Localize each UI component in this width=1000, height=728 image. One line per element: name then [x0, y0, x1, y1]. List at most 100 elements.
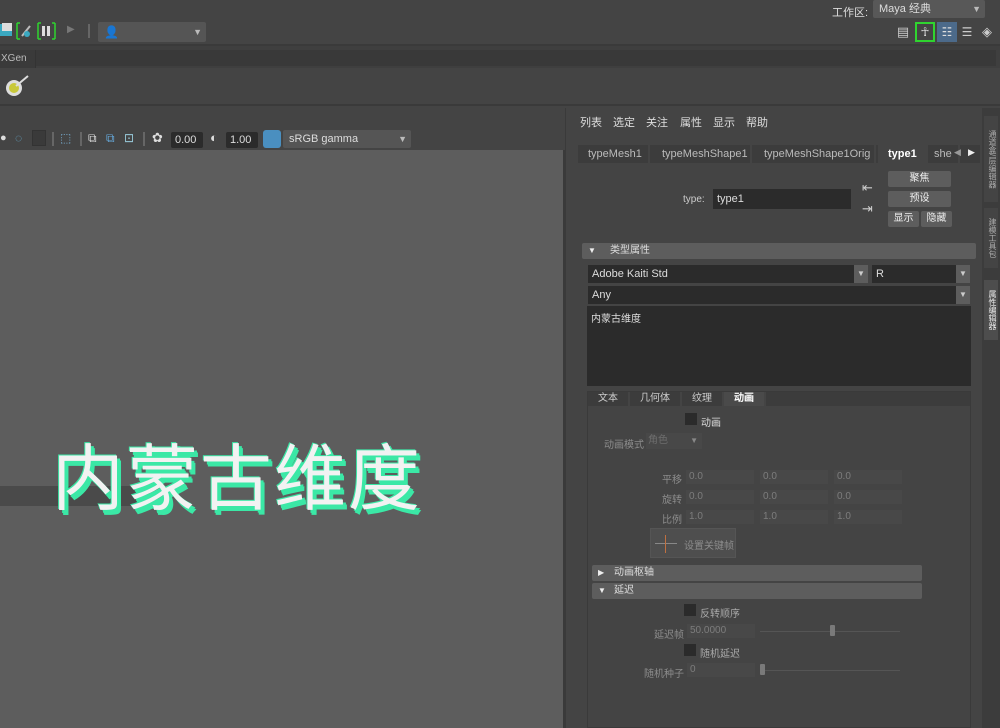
menu-selected[interactable]: 选定	[613, 114, 635, 130]
rotate-x-field[interactable]: 0.0	[686, 490, 754, 504]
collapse-icon: ▼	[598, 586, 606, 595]
presets-button[interactable]: 预设	[888, 191, 951, 207]
animation-pivot-header[interactable]: ▶ 动画枢轴	[592, 565, 922, 581]
rail-tab-modeling-toolkit[interactable]: 建模工具包	[984, 208, 998, 268]
tab-type1[interactable]: type1	[878, 145, 928, 163]
scale-x-field[interactable]: 1.0	[686, 510, 754, 524]
exposure-icon[interactable]: ✿	[152, 130, 163, 146]
shelf-tab-strip	[36, 50, 996, 66]
shelf	[0, 68, 1000, 106]
sub-tab-texture[interactable]: 纹理	[682, 392, 724, 406]
sub-tab-geometry[interactable]: 几何体	[630, 392, 682, 406]
user-dropdown[interactable]: 👤 ▼	[98, 22, 206, 42]
status-line: ▶ 👤 ▼ 工作区: Maya 经典 ▼ ▤ ☥ ☷ ☰ ◈	[0, 0, 1000, 44]
rotate-z-field[interactable]: 0.0	[834, 490, 902, 504]
user-icon: 👤	[104, 25, 119, 39]
menu-list[interactable]: 列表	[580, 114, 602, 130]
sub-tab-text[interactable]: 文本	[588, 392, 630, 406]
translate-y-field[interactable]: 0.0	[760, 470, 828, 484]
wireframe-toggle-icon[interactable]	[32, 130, 46, 146]
font-dropdown-arrow-icon[interactable]: ▼	[854, 265, 868, 283]
tab-scroll-right-icon[interactable]: ▶	[968, 147, 975, 158]
scale-z-field[interactable]: 1.0	[834, 510, 902, 524]
human-ik-toggle-icon[interactable]: ☥	[915, 22, 935, 42]
rotate-y-field[interactable]: 0.0	[760, 490, 828, 504]
translate-label: 平移	[662, 475, 682, 486]
gamma-field[interactable]: 1.00	[226, 132, 258, 148]
shelf-tab-xgen[interactable]: XGen	[0, 50, 36, 68]
scale-label: 比例	[662, 515, 682, 526]
field-chart-icon[interactable]: ⧉	[106, 131, 115, 146]
workspace-dropdown[interactable]: Maya 经典 ▼	[873, 0, 985, 18]
select-camera-icon[interactable]: ⬚	[60, 131, 71, 145]
channel-box-toggle-icon[interactable]: ◈	[978, 22, 996, 42]
copy-tab-icon[interactable]: ⇤	[862, 180, 873, 196]
xray-icon[interactable]: ◌	[15, 131, 22, 145]
translate-x-field[interactable]: 0.0	[686, 470, 754, 484]
show-button[interactable]: 显示	[888, 211, 919, 227]
writing-system-arrow-icon[interactable]: ▼	[956, 286, 970, 304]
translate-z-field[interactable]: 0.0	[834, 470, 902, 484]
rail-tab-channel-box[interactable]: 通道盒/层编辑器	[984, 116, 998, 202]
menu-focus[interactable]: 关注	[646, 114, 668, 130]
menu-help[interactable]: 帮助	[746, 114, 768, 130]
tab-scroll-left-icon[interactable]: ◀	[954, 147, 961, 158]
type-name-label: type:	[683, 194, 705, 205]
random-delay-label: 随机延迟	[700, 649, 740, 660]
focus-button[interactable]: 聚焦	[888, 171, 951, 187]
type-attributes-header[interactable]: ▼ 类型属性	[582, 243, 976, 259]
sub-tab-bar: 文本 几何体 纹理 动画	[588, 392, 970, 406]
random-seed-field[interactable]: 0	[687, 663, 755, 677]
menu-attributes[interactable]: 属性	[680, 114, 702, 130]
xgen-tool-icon[interactable]	[4, 74, 32, 100]
set-key-button[interactable]: 设置关键帧	[650, 528, 736, 558]
writing-system-dropdown[interactable]: Any	[588, 286, 956, 304]
reverse-order-checkbox[interactable]	[684, 604, 696, 616]
sub-tab-animation[interactable]: 动画	[724, 392, 766, 406]
animate-label: 动画	[701, 418, 721, 429]
gamma-icon[interactable]: ◐	[210, 130, 218, 145]
tool-settings-toggle-icon[interactable]: ☰	[958, 22, 976, 42]
attribute-editor: 列表 选定 关注 属性 显示 帮助 typeMesh1 typeMeshShap…	[570, 108, 980, 728]
animate-checkbox[interactable]	[685, 413, 697, 425]
viewport[interactable]: 内蒙古维度	[0, 150, 566, 728]
type-name-field[interactable]: type1	[713, 189, 851, 209]
random-delay-checkbox[interactable]	[684, 644, 696, 656]
color-management-icon[interactable]	[263, 130, 281, 148]
delay-frames-slider-thumb[interactable]	[830, 625, 835, 636]
tab-typemeshshape1orig[interactable]: typeMeshShape1Orig	[754, 145, 876, 163]
hide-button[interactable]: 隐藏	[921, 211, 952, 227]
animation-mode-dropdown[interactable]: 角色 ▼	[646, 433, 702, 449]
exposure-field[interactable]: 0.00	[171, 132, 203, 148]
gate-mask-icon[interactable]: ⧉	[88, 131, 97, 146]
type-mesh-3d-text[interactable]: 内蒙古维度	[52, 420, 422, 525]
scale-y-field[interactable]: 1.0	[760, 510, 828, 524]
font-style-arrow-icon[interactable]: ▼	[956, 265, 970, 283]
safe-action-icon[interactable]: ⊡	[124, 131, 134, 145]
color-space-dropdown[interactable]: sRGB gamma ▼	[283, 130, 411, 148]
tab-typemeshshape1[interactable]: typeMeshShape1	[652, 145, 752, 163]
delay-header[interactable]: ▼ 延迟	[592, 583, 922, 599]
menu-show[interactable]: 显示	[713, 114, 735, 130]
random-seed-slider-thumb[interactable]	[760, 664, 765, 675]
random-seed-slider-track[interactable]	[760, 670, 900, 671]
shading-icon[interactable]: ●	[0, 132, 7, 144]
collapse-icon: ▼	[588, 246, 596, 255]
chevron-right-icon[interactable]: ▶	[67, 24, 75, 35]
render-icons[interactable]	[0, 20, 62, 42]
tab-typemesh1[interactable]: typeMesh1	[578, 145, 650, 163]
chevron-down-icon: ▼	[193, 27, 202, 37]
chevron-down-icon: ▼	[972, 4, 981, 14]
rotate-label: 旋转	[662, 495, 682, 506]
load-tab-icon[interactable]: ⇥	[862, 201, 873, 217]
delay-frames-field[interactable]: 50.0000	[687, 624, 755, 638]
rail-tab-attribute-editor[interactable]: 属性编辑器	[984, 280, 998, 340]
side-rail: 通道盒/层编辑器 建模工具包 属性编辑器	[982, 108, 1000, 728]
delay-frames-label: 延迟帧	[654, 630, 684, 641]
font-dropdown[interactable]: Adobe Kaiti Std	[588, 265, 854, 283]
attribute-editor-toggle-icon[interactable]: ☷	[937, 22, 957, 42]
modeling-toolkit-toggle-icon[interactable]: ▤	[894, 22, 912, 42]
text-input-area[interactable]: 内蒙古维度	[587, 306, 971, 386]
font-style-dropdown[interactable]: R	[872, 265, 956, 283]
separator	[88, 24, 90, 38]
